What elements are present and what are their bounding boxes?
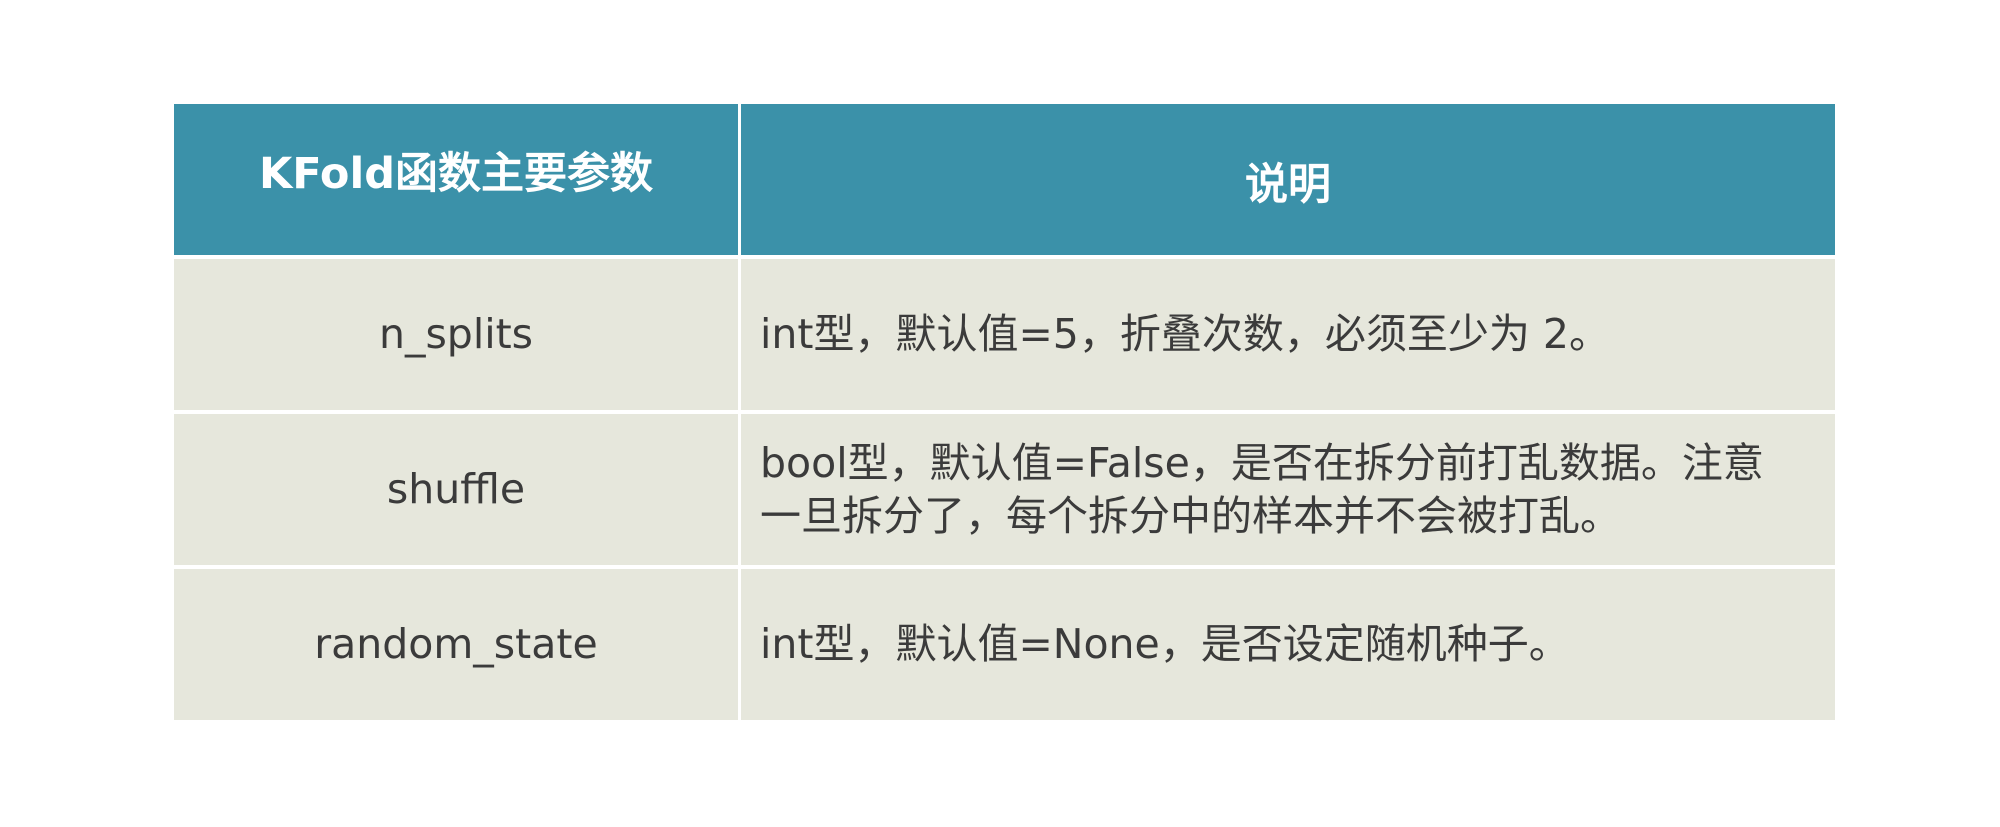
table-row-desc: bool型，默认值=False，是否在拆分前打乱数据。注意一旦拆分了，每个拆分中… — [741, 414, 1835, 565]
kfold-params-table: KFold函数主要参数 说明 n_splits int型，默认值=5，折叠次数，… — [174, 104, 1835, 720]
param-desc-shuffle: bool型，默认值=False，是否在拆分前打乱数据。注意一旦拆分了，每个拆分中… — [760, 439, 1764, 540]
table-row-param: random_state — [174, 569, 738, 720]
table-row-desc: int型，默认值=None，是否设定随机种子。 — [741, 569, 1835, 720]
header-param-label: KFold函数主要参数 — [258, 148, 653, 199]
table-row-param: shuffle — [174, 414, 738, 565]
table-row-param: n_splits — [174, 259, 738, 410]
table-row-desc: int型，默认值=5，折叠次数，必须至少为 2。 — [741, 259, 1835, 410]
param-desc-n-splits: int型，默认值=5，折叠次数，必须至少为 2。 — [760, 310, 1611, 359]
param-name-shuffle: shuffle — [386, 465, 526, 514]
header-desc-label: 说明 — [1245, 159, 1331, 210]
param-desc-random-state: int型，默认值=None，是否设定随机种子。 — [760, 620, 1570, 669]
header-param-cell: KFold函数主要参数 — [174, 104, 738, 255]
header-desc-cell: 说明 — [741, 104, 1835, 255]
param-name-random-state: random_state — [314, 620, 598, 669]
param-name-n-splits: n_splits — [378, 310, 534, 359]
